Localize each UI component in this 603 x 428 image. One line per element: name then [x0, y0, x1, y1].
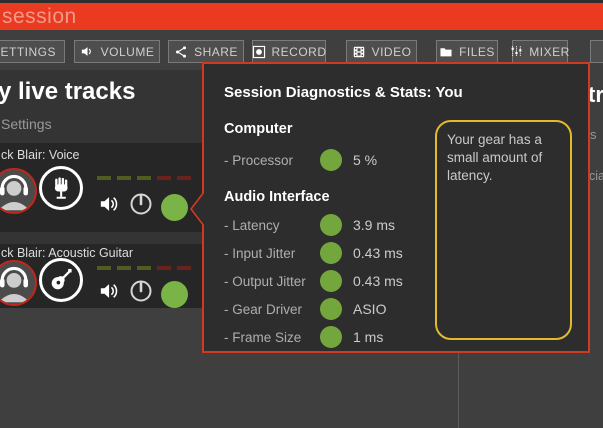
latency-note-callout: Your gear has a small amount of latency. — [435, 120, 572, 340]
video-button[interactable]: VIDEO — [346, 40, 417, 63]
speaker-icon[interactable] — [99, 193, 121, 215]
stat-value: 5 % — [353, 152, 377, 168]
stat-row-gear-driver: - Gear Driver ASIO — [224, 297, 434, 321]
stat-value: 0.43 ms — [353, 273, 403, 289]
stat-label: - Gear Driver — [224, 302, 320, 317]
volume-button-label: VOLUME — [101, 45, 155, 59]
section-heading-audio-interface: Audio Interface — [224, 189, 330, 205]
stat-row-processor: - Processor 5 % — [224, 148, 434, 172]
speaker-icon[interactable] — [99, 280, 121, 302]
share-icon — [174, 45, 188, 59]
column-divider — [458, 353, 459, 428]
stat-row-output-jitter: - Output Jitter 0.43 ms — [224, 269, 434, 293]
status-dot — [320, 214, 342, 236]
settings-button-label: SETTINGS — [0, 45, 56, 59]
volume-button[interactable]: VOLUME — [74, 40, 160, 63]
status-dot — [320, 149, 342, 171]
stat-label: - Processor — [224, 153, 320, 168]
instrument-badge[interactable] — [39, 258, 83, 302]
stat-value: ASIO — [353, 301, 386, 317]
status-dot — [320, 298, 342, 320]
stat-label: - Output Jitter — [224, 274, 320, 289]
mixer-button[interactable]: MIXER — [512, 40, 568, 63]
session-title: session — [2, 5, 77, 29]
record-button[interactable]: RECORD — [252, 40, 326, 63]
stat-row-input-jitter: - Input Jitter 0.43 ms — [224, 241, 434, 265]
session-diagnostics-popup: Session Diagnostics & Stats: You Compute… — [202, 62, 590, 353]
microphone-hand-icon — [48, 175, 74, 201]
guitar-icon — [48, 267, 74, 293]
popup-pointer-arrow — [190, 191, 204, 227]
right-column-sub-fragment: s — [590, 127, 597, 142]
person-headphones-icon — [0, 170, 35, 212]
popup-title: Session Diagnostics & Stats: You — [224, 84, 463, 101]
stat-value: 1 ms — [353, 329, 383, 345]
share-button-label: SHARE — [194, 45, 238, 59]
mixer-icon — [510, 45, 523, 58]
stat-row-frame-size: - Frame Size 1 ms — [224, 325, 434, 349]
header-bar: session — [0, 3, 603, 30]
film-icon — [352, 45, 366, 59]
mixer-button-label: MIXER — [529, 45, 570, 59]
live-tracks-panel: y live tracks Settings ck Blair: Voice — [0, 70, 202, 308]
track-row-guitar[interactable]: ck Blair: Acoustic Guitar — [0, 244, 202, 308]
stat-label: - Frame Size — [224, 330, 320, 345]
tracks-settings-link[interactable]: Settings — [1, 116, 52, 132]
latency-note-text: Your gear has a small amount of latency. — [447, 132, 542, 183]
stat-label: - Input Jitter — [224, 246, 320, 261]
extra-toolbar-button[interactable] — [590, 40, 603, 63]
gauge-icon[interactable] — [129, 192, 153, 216]
record-button-label: RECORD — [272, 45, 327, 59]
settings-button[interactable]: SETTINGS — [0, 40, 65, 63]
right-column-text-fragment: cia — [589, 169, 603, 183]
speaker-icon — [80, 44, 95, 59]
section-heading-computer: Computer — [224, 121, 292, 137]
share-button[interactable]: SHARE — [168, 40, 244, 63]
video-button-label: VIDEO — [372, 45, 412, 59]
level-meter — [97, 266, 191, 270]
gauge-icon[interactable] — [129, 279, 153, 303]
avatar[interactable] — [0, 260, 37, 306]
avatar[interactable] — [0, 168, 37, 214]
stat-row-latency: - Latency 3.9 ms — [224, 213, 434, 237]
status-dot[interactable] — [161, 194, 188, 221]
stat-value: 0.43 ms — [353, 245, 403, 261]
status-dot[interactable] — [161, 281, 188, 308]
record-icon — [252, 45, 266, 59]
stat-value: 3.9 ms — [353, 217, 395, 233]
status-dot — [320, 326, 342, 348]
files-button[interactable]: FILES — [436, 40, 498, 63]
folder-icon — [439, 45, 453, 59]
track-row-voice[interactable]: ck Blair: Voice — [0, 143, 202, 232]
status-dot — [320, 242, 342, 264]
stat-label: - Latency — [224, 218, 320, 233]
status-dot — [320, 270, 342, 292]
level-meter — [97, 176, 191, 180]
files-button-label: FILES — [459, 45, 495, 59]
person-headphones-icon — [0, 262, 35, 304]
track-label: ck Blair: Voice — [1, 148, 80, 162]
right-column-heading-fragment: tra — [588, 82, 603, 108]
tracks-panel-heading: y live tracks — [0, 78, 135, 106]
instrument-badge[interactable] — [39, 166, 83, 210]
